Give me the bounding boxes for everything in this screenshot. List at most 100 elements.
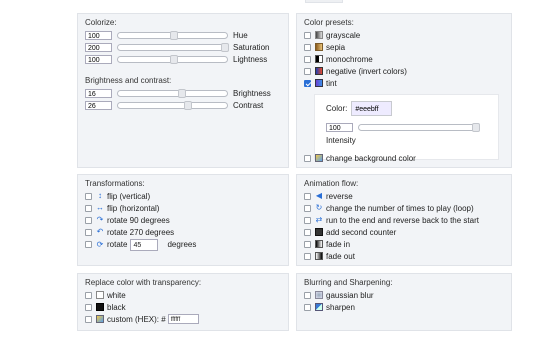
transparent-custom-label: custom (HEX): # <box>107 314 166 324</box>
transparent-black-row[interactable]: black <box>85 302 126 312</box>
contrast-input[interactable]: 26 <box>85 100 112 110</box>
tint-checkbox[interactable] <box>304 79 311 87</box>
custom-hex-input[interactable]: ffffff <box>167 314 199 324</box>
lightness-slider-knob[interactable] <box>169 54 178 64</box>
colorize-title: Colorize: <box>85 18 117 27</box>
transparent-white-row[interactable]: white <box>85 290 126 300</box>
transparency-panel: Replace color with transparency: white b… <box>77 273 289 331</box>
boomerang-checkbox[interactable] <box>304 216 311 224</box>
intensity-input[interactable]: 100 <box>326 122 353 132</box>
brightness-input[interactable]: 16 <box>85 88 112 98</box>
intensity-slider[interactable] <box>358 122 480 132</box>
reverse-checkbox[interactable] <box>304 192 311 200</box>
sepia-checkbox[interactable] <box>304 43 311 51</box>
background-icon <box>315 154 323 162</box>
change-background-checkbox[interactable] <box>304 154 311 162</box>
rotate-270-label: rotate 270 degrees <box>107 227 175 237</box>
flip-horizontal-row[interactable]: ↔ flip (horizontal) <box>85 203 159 213</box>
intensity-label-row: Intensity <box>326 135 356 145</box>
monochrome-icon <box>315 55 323 63</box>
rotate-custom-checkbox[interactable] <box>85 241 92 248</box>
transparency-title: Replace color with transparency: <box>85 278 202 287</box>
preset-sepia[interactable]: sepia <box>304 42 345 52</box>
flip-horizontal-label: flip (horizontal) <box>107 203 160 213</box>
transformations-panel: Transformations: ↕ flip (vertical) ↔ fli… <box>77 174 289 266</box>
gaussian-blur-icon <box>315 291 323 299</box>
transparent-custom-checkbox[interactable] <box>85 315 92 323</box>
intensity-slider-knob[interactable] <box>472 122 480 132</box>
flip-horizontal-checkbox[interactable] <box>85 204 92 212</box>
change-background-row[interactable]: change background color <box>304 153 416 163</box>
sharpen-checkbox[interactable] <box>304 303 311 311</box>
hue-input[interactable]: 100 <box>85 30 112 40</box>
lightness-row: 100 Lightness <box>85 54 267 64</box>
brightness-slider[interactable] <box>117 88 228 98</box>
second-counter-checkbox[interactable] <box>304 228 311 236</box>
preset-tint[interactable]: tint <box>304 78 337 88</box>
grayscale-checkbox[interactable] <box>304 31 311 39</box>
custom-color-icon <box>96 315 104 323</box>
brightness-label: Brightness <box>233 88 271 98</box>
loop-checkbox[interactable] <box>304 204 311 212</box>
blur-title: Blurring and Sharpening: <box>304 278 393 287</box>
transparent-black-checkbox[interactable] <box>85 303 92 311</box>
fade-out-row[interactable]: fade out <box>304 251 355 261</box>
negative-icon <box>315 67 323 75</box>
reverse-icon: ◀ <box>315 191 323 200</box>
flip-vertical-checkbox[interactable] <box>85 192 92 200</box>
black-swatch-icon <box>96 303 104 311</box>
rotate-90-checkbox[interactable] <box>85 216 92 224</box>
lightness-input[interactable]: 100 <box>85 54 112 64</box>
loop-row[interactable]: ↻ change the number of times to play (lo… <box>304 203 474 213</box>
gaussian-blur-checkbox[interactable] <box>304 291 311 299</box>
counter-icon <box>315 228 323 236</box>
transparent-custom-row[interactable]: custom (HEX): # ffffff <box>85 314 199 324</box>
rotate-270-row[interactable]: ↶ rotate 270 degrees <box>85 227 174 237</box>
lightness-slider[interactable] <box>117 54 228 64</box>
hue-slider-knob[interactable] <box>169 30 178 40</box>
rotate-270-checkbox[interactable] <box>85 228 92 236</box>
sharpen-row[interactable]: sharpen <box>304 302 355 312</box>
fade-in-checkbox[interactable] <box>304 240 311 248</box>
negative-checkbox[interactable] <box>304 67 311 75</box>
saturation-slider-knob[interactable] <box>221 42 229 52</box>
rotate-custom-icon: ⟳ <box>96 239 104 249</box>
fade-in-icon <box>315 240 323 248</box>
fade-out-icon <box>315 252 323 260</box>
transparent-white-checkbox[interactable] <box>85 291 92 299</box>
second-counter-row[interactable]: add second counter <box>304 227 396 237</box>
gaussian-blur-label: gaussian blur <box>326 290 374 300</box>
animation-flow-panel: Animation flow: ◀ reverse ↻ change the n… <box>296 174 512 266</box>
monochrome-checkbox[interactable] <box>304 55 311 63</box>
hue-label: Hue <box>233 30 248 40</box>
boomerang-row[interactable]: ⇄ run to the end and reverse back to the… <box>304 215 479 225</box>
rotate-custom-row[interactable]: ⟳ rotate 45 degrees <box>85 238 196 251</box>
tint-icon <box>315 79 323 87</box>
sepia-label: sepia <box>326 42 346 52</box>
fade-in-row[interactable]: fade in <box>304 239 350 249</box>
tint-color-swatch[interactable]: #eeebff <box>351 101 393 116</box>
brightness-slider-knob[interactable] <box>178 88 187 98</box>
preset-negative[interactable]: negative (invert colors) <box>304 66 407 76</box>
fade-out-checkbox[interactable] <box>304 252 311 260</box>
negative-label: negative (invert colors) <box>326 66 407 76</box>
preset-grayscale[interactable]: grayscale <box>304 30 360 40</box>
flip-vertical-row[interactable]: ↕ flip (vertical) <box>85 191 150 201</box>
rotate-90-row[interactable]: ↷ rotate 90 degrees <box>85 215 170 225</box>
reverse-row[interactable]: ◀ reverse <box>304 191 353 201</box>
change-background-label: change background color <box>326 153 416 163</box>
contrast-slider-knob[interactable] <box>183 100 192 110</box>
gaussian-blur-row[interactable]: gaussian blur <box>304 290 374 300</box>
contrast-label: Contrast <box>233 100 264 110</box>
saturation-input[interactable]: 200 <box>85 42 112 52</box>
colorize-panel: Colorize: 100 Hue 200 Saturation 100 Lig… <box>77 13 289 168</box>
rotate-angle-input[interactable]: 45 <box>130 238 159 251</box>
presets-title: Color presets: <box>304 18 354 27</box>
tint-color-label: Color: <box>326 104 348 113</box>
flip-horizontal-icon: ↔ <box>96 203 104 212</box>
contrast-slider[interactable] <box>117 100 228 110</box>
preset-monochrome[interactable]: monochrome <box>304 54 373 64</box>
hue-slider[interactable] <box>117 30 228 40</box>
saturation-slider[interactable] <box>117 42 229 52</box>
monochrome-label: monochrome <box>326 54 373 64</box>
